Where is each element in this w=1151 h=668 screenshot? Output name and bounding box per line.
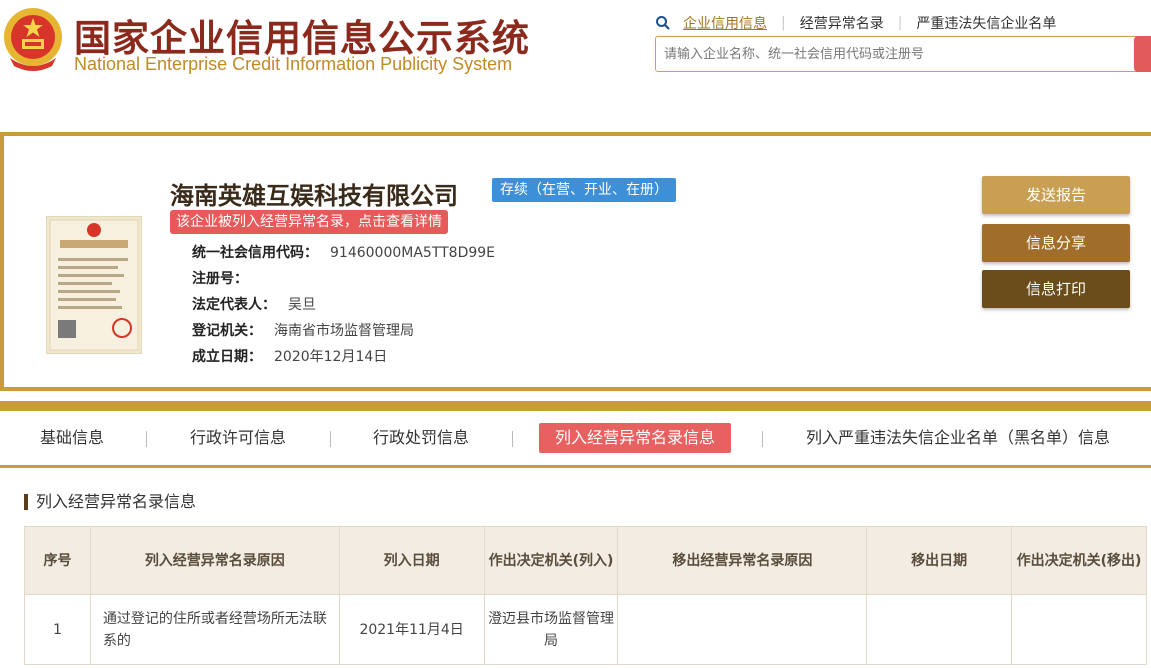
tab-abnormal-list[interactable]: 列入经营异常名录信息	[539, 423, 732, 453]
column-header: 移出经营异常名录原因	[617, 526, 868, 595]
column-header-text: 作出决定机关(列入)	[488, 552, 614, 569]
abnormal-list-section: 列入经营异常名录信息 序号 列入经营异常名录原因 列入日期 作出决定机关(列入)…	[0, 468, 1151, 668]
nav-blacklist[interactable]: 严重违法失信企业名单	[916, 13, 1056, 33]
tab-separator	[146, 431, 147, 447]
tab-basic-info[interactable]: 基础信息	[40, 423, 104, 453]
column-header: 作出决定机关(列入)	[483, 526, 619, 595]
tab-bar: 基础信息 行政许可信息 行政处罚信息 列入经营异常名录信息 列入严重违法失信企业…	[0, 401, 1151, 468]
cell-index: 1	[24, 594, 91, 665]
section-title: 列入经营异常名录信息	[24, 494, 196, 510]
table-header-row: 序号 列入经营异常名录原因 列入日期 作出决定机关(列入) 移出经营异常名录原因…	[24, 526, 1147, 595]
cell-remove-authority	[1011, 594, 1147, 665]
column-header: 序号	[24, 526, 91, 595]
national-emblem-icon	[4, 8, 62, 71]
cell-remove-date	[866, 594, 1013, 665]
info-row-reg-number: 注册号：	[192, 266, 495, 292]
column-header: 作出决定机关(移出)	[1011, 526, 1147, 595]
tab-separator	[330, 431, 331, 447]
send-report-button[interactable]: 发送报告	[982, 176, 1130, 214]
search-bar	[655, 36, 1151, 72]
info-label: 法定代表人：	[192, 297, 276, 313]
share-info-button[interactable]: 信息分享	[982, 224, 1130, 262]
info-label: 成立日期：	[192, 349, 262, 365]
table-row: 1 通过登记的住所或者经营场所无法联系的 2021年11月4日 澄迈县市场监督管…	[24, 594, 1147, 665]
top-nav: 企业信用信息 | 经营异常名录 | 严重违法失信企业名单	[655, 13, 1056, 33]
tab-admin-license[interactable]: 行政许可信息	[190, 423, 286, 453]
site-title-en: National Enterprise Credit Information P…	[74, 54, 513, 74]
company-info: 统一社会信用代码： 91460000MA5TT8D99E 注册号： 法定代表人： 吴…	[192, 240, 495, 370]
business-license-icon	[46, 216, 142, 354]
nav-abnormal-list[interactable]: 经营异常名录	[800, 13, 884, 33]
info-row-authority: 登记机关： 海南省市场监督管理局	[192, 318, 495, 344]
info-row-legal-rep: 法定代表人： 吴旦	[192, 292, 495, 318]
info-value: 海南省市场监督管理局	[274, 323, 414, 339]
status-badge: 存续（在营、开业、在册）	[492, 178, 676, 202]
print-info-button[interactable]: 信息打印	[982, 270, 1130, 308]
nav-separator: |	[781, 15, 786, 31]
tab-blacklist[interactable]: 列入严重违法失信企业名单（黑名单）信息	[806, 423, 1110, 453]
abnormal-alert-link[interactable]: 该企业被列入经营异常名录，点击查看详情	[170, 210, 448, 234]
search-input[interactable]	[664, 43, 1134, 65]
nav-enterprise-credit[interactable]: 企业信用信息	[683, 13, 767, 33]
info-row-founded: 成立日期： 2020年12月14日	[192, 344, 495, 370]
tab-separator	[512, 431, 513, 447]
info-label: 统一社会信用代码：	[192, 245, 318, 261]
column-header: 列入日期	[338, 526, 485, 595]
info-value: 吴旦	[288, 297, 316, 313]
column-header: 移出日期	[866, 526, 1013, 595]
tab-separator	[762, 431, 763, 447]
info-value: 91460000MA5TT8D99E	[330, 245, 496, 261]
search-icon	[656, 16, 670, 30]
column-header: 列入经营异常名录原因	[89, 526, 340, 595]
cell-date: 2021年11月4日	[338, 594, 485, 665]
info-value: 2020年12月14日	[274, 349, 388, 365]
company-card: 海南英雄互娱科技有限公司 存续（在营、开业、在册） 该企业被列入经营异常名录，点…	[0, 132, 1151, 391]
cell-reason: 通过登记的住所或者经营场所无法联系的	[89, 594, 340, 665]
tab-admin-penalty[interactable]: 行政处罚信息	[373, 423, 469, 453]
search-button[interactable]	[1134, 36, 1151, 72]
company-name: 海南英雄互娱科技有限公司	[170, 182, 458, 210]
info-label: 注册号：	[192, 271, 248, 287]
info-label: 登记机关：	[192, 323, 262, 339]
site-header: 国家企业信用信息公示系统 National Enterprise Credit …	[0, 0, 1151, 108]
cell-remove-reason	[617, 594, 868, 665]
column-header-text: 作出决定机关(移出)	[1016, 552, 1142, 569]
abnormal-list-table: 序号 列入经营异常名录原因 列入日期 作出决定机关(列入) 移出经营异常名录原因…	[24, 526, 1147, 665]
info-row-credit-code: 统一社会信用代码： 91460000MA5TT8D99E	[192, 240, 495, 266]
nav-separator: |	[897, 15, 903, 31]
cell-authority: 澄迈县市场监督管理局	[483, 594, 619, 665]
